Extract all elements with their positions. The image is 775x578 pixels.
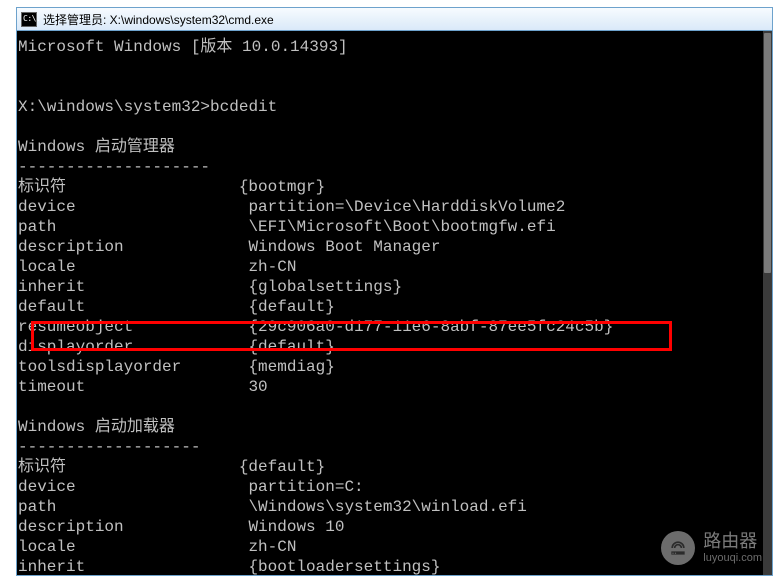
kv-row: description Windows 10 [18, 518, 344, 536]
header-line: Microsoft Windows [版本 10.0.14393] [18, 38, 348, 56]
cmd-window: C:\. 选择管理员: X:\windows\system32\cmd.exe … [16, 7, 773, 576]
kv-row: default {default} [18, 298, 335, 316]
kv-row: device partition=\Device\HarddiskVolume2 [18, 198, 565, 216]
titlebar[interactable]: C:\. 选择管理员: X:\windows\system32\cmd.exe [17, 8, 772, 31]
kv-row: inherit {bootloadersettings} [18, 558, 440, 576]
cmd-icon: C:\. [21, 12, 37, 27]
scrollbar[interactable] [763, 31, 772, 575]
kv-row: locale zh-CN [18, 258, 296, 276]
window-title: 选择管理员: X:\windows\system32\cmd.exe [43, 11, 274, 28]
kv-row: inherit {globalsettings} [18, 278, 402, 296]
kv-row: displayorder {default} [18, 338, 335, 356]
section-divider: -------------------- [18, 158, 210, 176]
scrollbar-thumb[interactable] [764, 33, 771, 273]
kv-row: description Windows Boot Manager [18, 238, 440, 256]
kv-row: path \Windows\system32\winload.efi [18, 498, 527, 516]
kv-row: locale zh-CN [18, 538, 296, 556]
kv-row: 标识符 {default} [18, 458, 325, 476]
section-title: Windows 启动管理器 [18, 138, 175, 156]
kv-row: toolsdisplayorder {memdiag} [18, 358, 335, 376]
section-divider: ------------------- [18, 438, 200, 456]
kv-row: device partition=C: [18, 478, 364, 496]
kv-row: 标识符 {bootmgr} [18, 178, 325, 196]
prompt-line: X:\windows\system32>bcdedit [18, 98, 277, 116]
kv-row: timeout 30 [18, 378, 268, 396]
kv-row: path \EFI\Microsoft\Boot\bootmgfw.efi [18, 218, 556, 236]
section-title: Windows 启动加载器 [18, 418, 175, 436]
terminal-area[interactable]: Microsoft Windows [版本 10.0.14393] X:\win… [18, 31, 763, 575]
kv-row: resumeobject {29c906a0-d177-11e6-8abf-87… [18, 318, 613, 336]
